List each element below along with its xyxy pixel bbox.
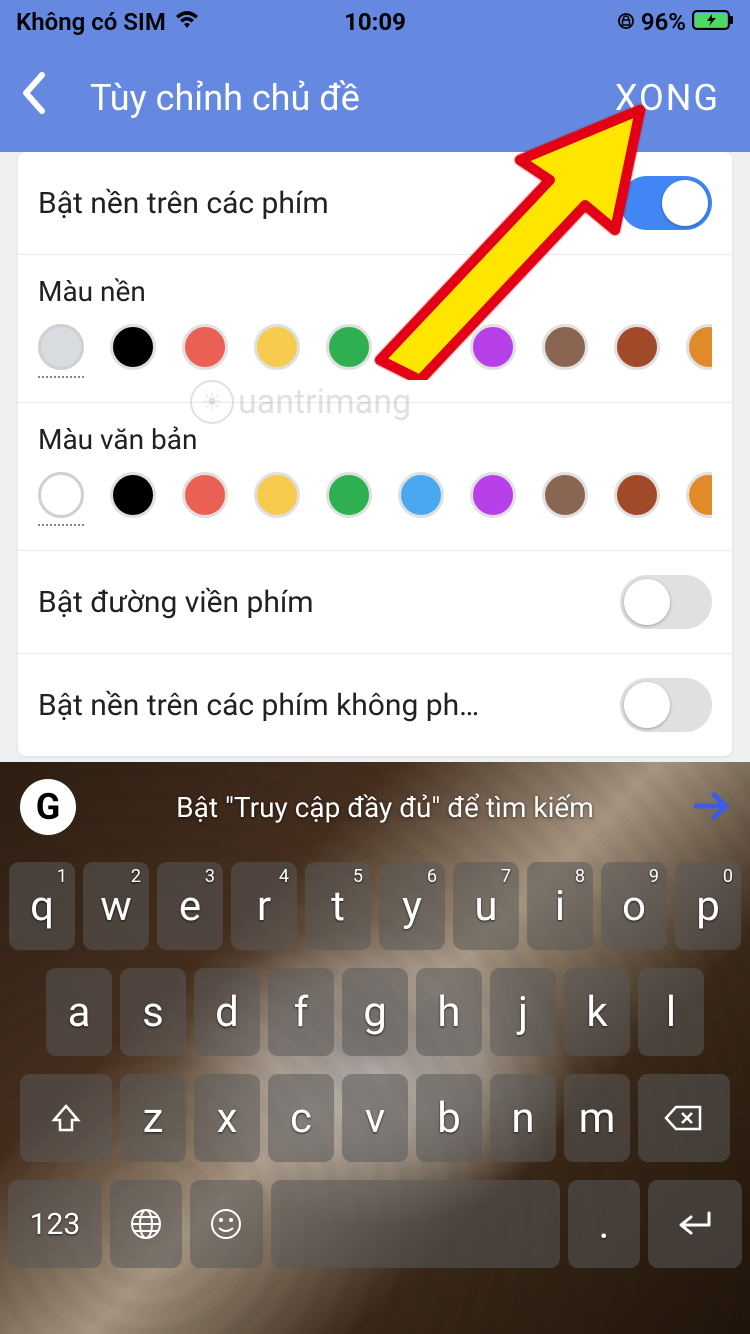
key-w[interactable]: w2 <box>83 862 149 950</box>
key-c[interactable]: c <box>268 1074 334 1162</box>
key-d[interactable]: d <box>194 968 260 1056</box>
lock-icon <box>617 8 635 36</box>
key-r[interactable]: r4 <box>231 862 297 950</box>
toggle-extra-keys[interactable] <box>620 678 712 732</box>
section-bg-color: Màu nền <box>18 255 732 403</box>
text-color-swatch[interactable] <box>542 472 588 518</box>
period-key[interactable]: . <box>568 1180 640 1268</box>
text-color-swatch[interactable] <box>614 472 660 518</box>
key-bg-label: Bật nền trên các phím <box>38 186 329 221</box>
toggle-key-border[interactable] <box>620 575 712 629</box>
keyboard-preview: G Bật "Truy cập đầy đủ" để tìm kiếm q1w2… <box>0 762 750 1334</box>
key-p[interactable]: p0 <box>675 862 741 950</box>
key-s[interactable]: s <box>120 968 186 1056</box>
bg-color-swatch[interactable] <box>470 324 516 370</box>
bg-color-swatch[interactable] <box>182 324 228 370</box>
text-color-swatch[interactable] <box>470 472 516 518</box>
key-g[interactable]: g <box>342 968 408 1056</box>
battery-text: 96% <box>641 8 686 36</box>
status-bar: Không có SIM 10:09 96% <box>0 0 750 44</box>
key-border-label: Bật đường viền phím <box>38 585 314 620</box>
bg-color-swatch[interactable] <box>686 324 712 370</box>
bg-color-swatch[interactable] <box>326 324 372 370</box>
key-i[interactable]: i8 <box>527 862 593 950</box>
status-time: 10:09 <box>344 8 406 36</box>
bg-color-swatch[interactable] <box>542 324 588 370</box>
key-t[interactable]: t5 <box>305 862 371 950</box>
text-color-swatch[interactable] <box>686 472 712 518</box>
text-color-swatch[interactable] <box>398 472 444 518</box>
bg-color-swatch[interactable] <box>38 324 84 370</box>
row-key-background: Bật nền trên các phím <box>18 152 732 255</box>
key-b[interactable]: b <box>416 1074 482 1162</box>
key-n[interactable]: n <box>490 1074 556 1162</box>
key-z[interactable]: z <box>120 1074 186 1162</box>
row-extra-keys: Bật nền trên các phím không ph… <box>18 654 732 756</box>
text-color-swatch[interactable] <box>254 472 300 518</box>
key-v[interactable]: v <box>342 1074 408 1162</box>
settings-card: Bật nền trên các phím Màu nền Màu văn bả… <box>18 152 732 756</box>
text-color-swatch[interactable] <box>326 472 372 518</box>
bg-color-swatch[interactable] <box>254 324 300 370</box>
return-key[interactable] <box>648 1180 742 1268</box>
bg-color-swatch[interactable] <box>398 324 444 370</box>
bg-color-swatch[interactable] <box>614 324 660 370</box>
text-color-swatch[interactable] <box>110 472 156 518</box>
back-button[interactable] <box>20 71 70 126</box>
extra-keys-label: Bật nền trên các phím không ph… <box>38 688 479 723</box>
key-u[interactable]: u7 <box>453 862 519 950</box>
google-button[interactable]: G <box>20 779 76 835</box>
section-text-color: Màu văn bản <box>18 403 732 551</box>
space-key[interactable] <box>271 1180 560 1268</box>
text-color-swatch[interactable] <box>182 472 228 518</box>
key-m[interactable]: m <box>564 1074 630 1162</box>
key-h[interactable]: h <box>416 968 482 1056</box>
key-q[interactable]: q1 <box>9 862 75 950</box>
key-x[interactable]: x <box>194 1074 260 1162</box>
text-color-swatch[interactable] <box>38 472 84 518</box>
key-a[interactable]: a <box>46 968 112 1056</box>
shift-key[interactable] <box>20 1074 112 1162</box>
key-y[interactable]: y6 <box>379 862 445 950</box>
row-key-border: Bật đường viền phím <box>18 551 732 654</box>
key-j[interactable]: j <box>490 968 556 1056</box>
globe-key[interactable] <box>110 1180 182 1268</box>
numeric-key[interactable]: 123 <box>8 1180 102 1268</box>
key-f[interactable]: f <box>268 968 334 1056</box>
key-e[interactable]: e3 <box>157 862 223 950</box>
key-l[interactable]: l <box>638 968 704 1056</box>
bg-color-swatch[interactable] <box>110 324 156 370</box>
toggle-key-bg[interactable] <box>620 176 712 230</box>
wifi-icon <box>174 8 200 36</box>
app-header: Tùy chỉnh chủ đề XONG <box>0 44 750 152</box>
arrow-right-icon[interactable] <box>694 784 730 831</box>
key-o[interactable]: o9 <box>601 862 667 950</box>
carrier-text: Không có SIM <box>16 8 166 36</box>
emoji-key[interactable] <box>190 1180 262 1268</box>
keyboard-hint: Bật "Truy cập đầy đủ" để tìm kiếm <box>92 791 678 824</box>
battery-icon <box>692 8 734 36</box>
done-button[interactable]: XONG <box>615 77 720 119</box>
page-title: Tùy chỉnh chủ đề <box>90 77 360 119</box>
backspace-key[interactable] <box>638 1074 730 1162</box>
text-color-label: Màu văn bản <box>38 423 712 456</box>
key-k[interactable]: k <box>564 968 630 1056</box>
bg-color-label: Màu nền <box>38 275 712 308</box>
